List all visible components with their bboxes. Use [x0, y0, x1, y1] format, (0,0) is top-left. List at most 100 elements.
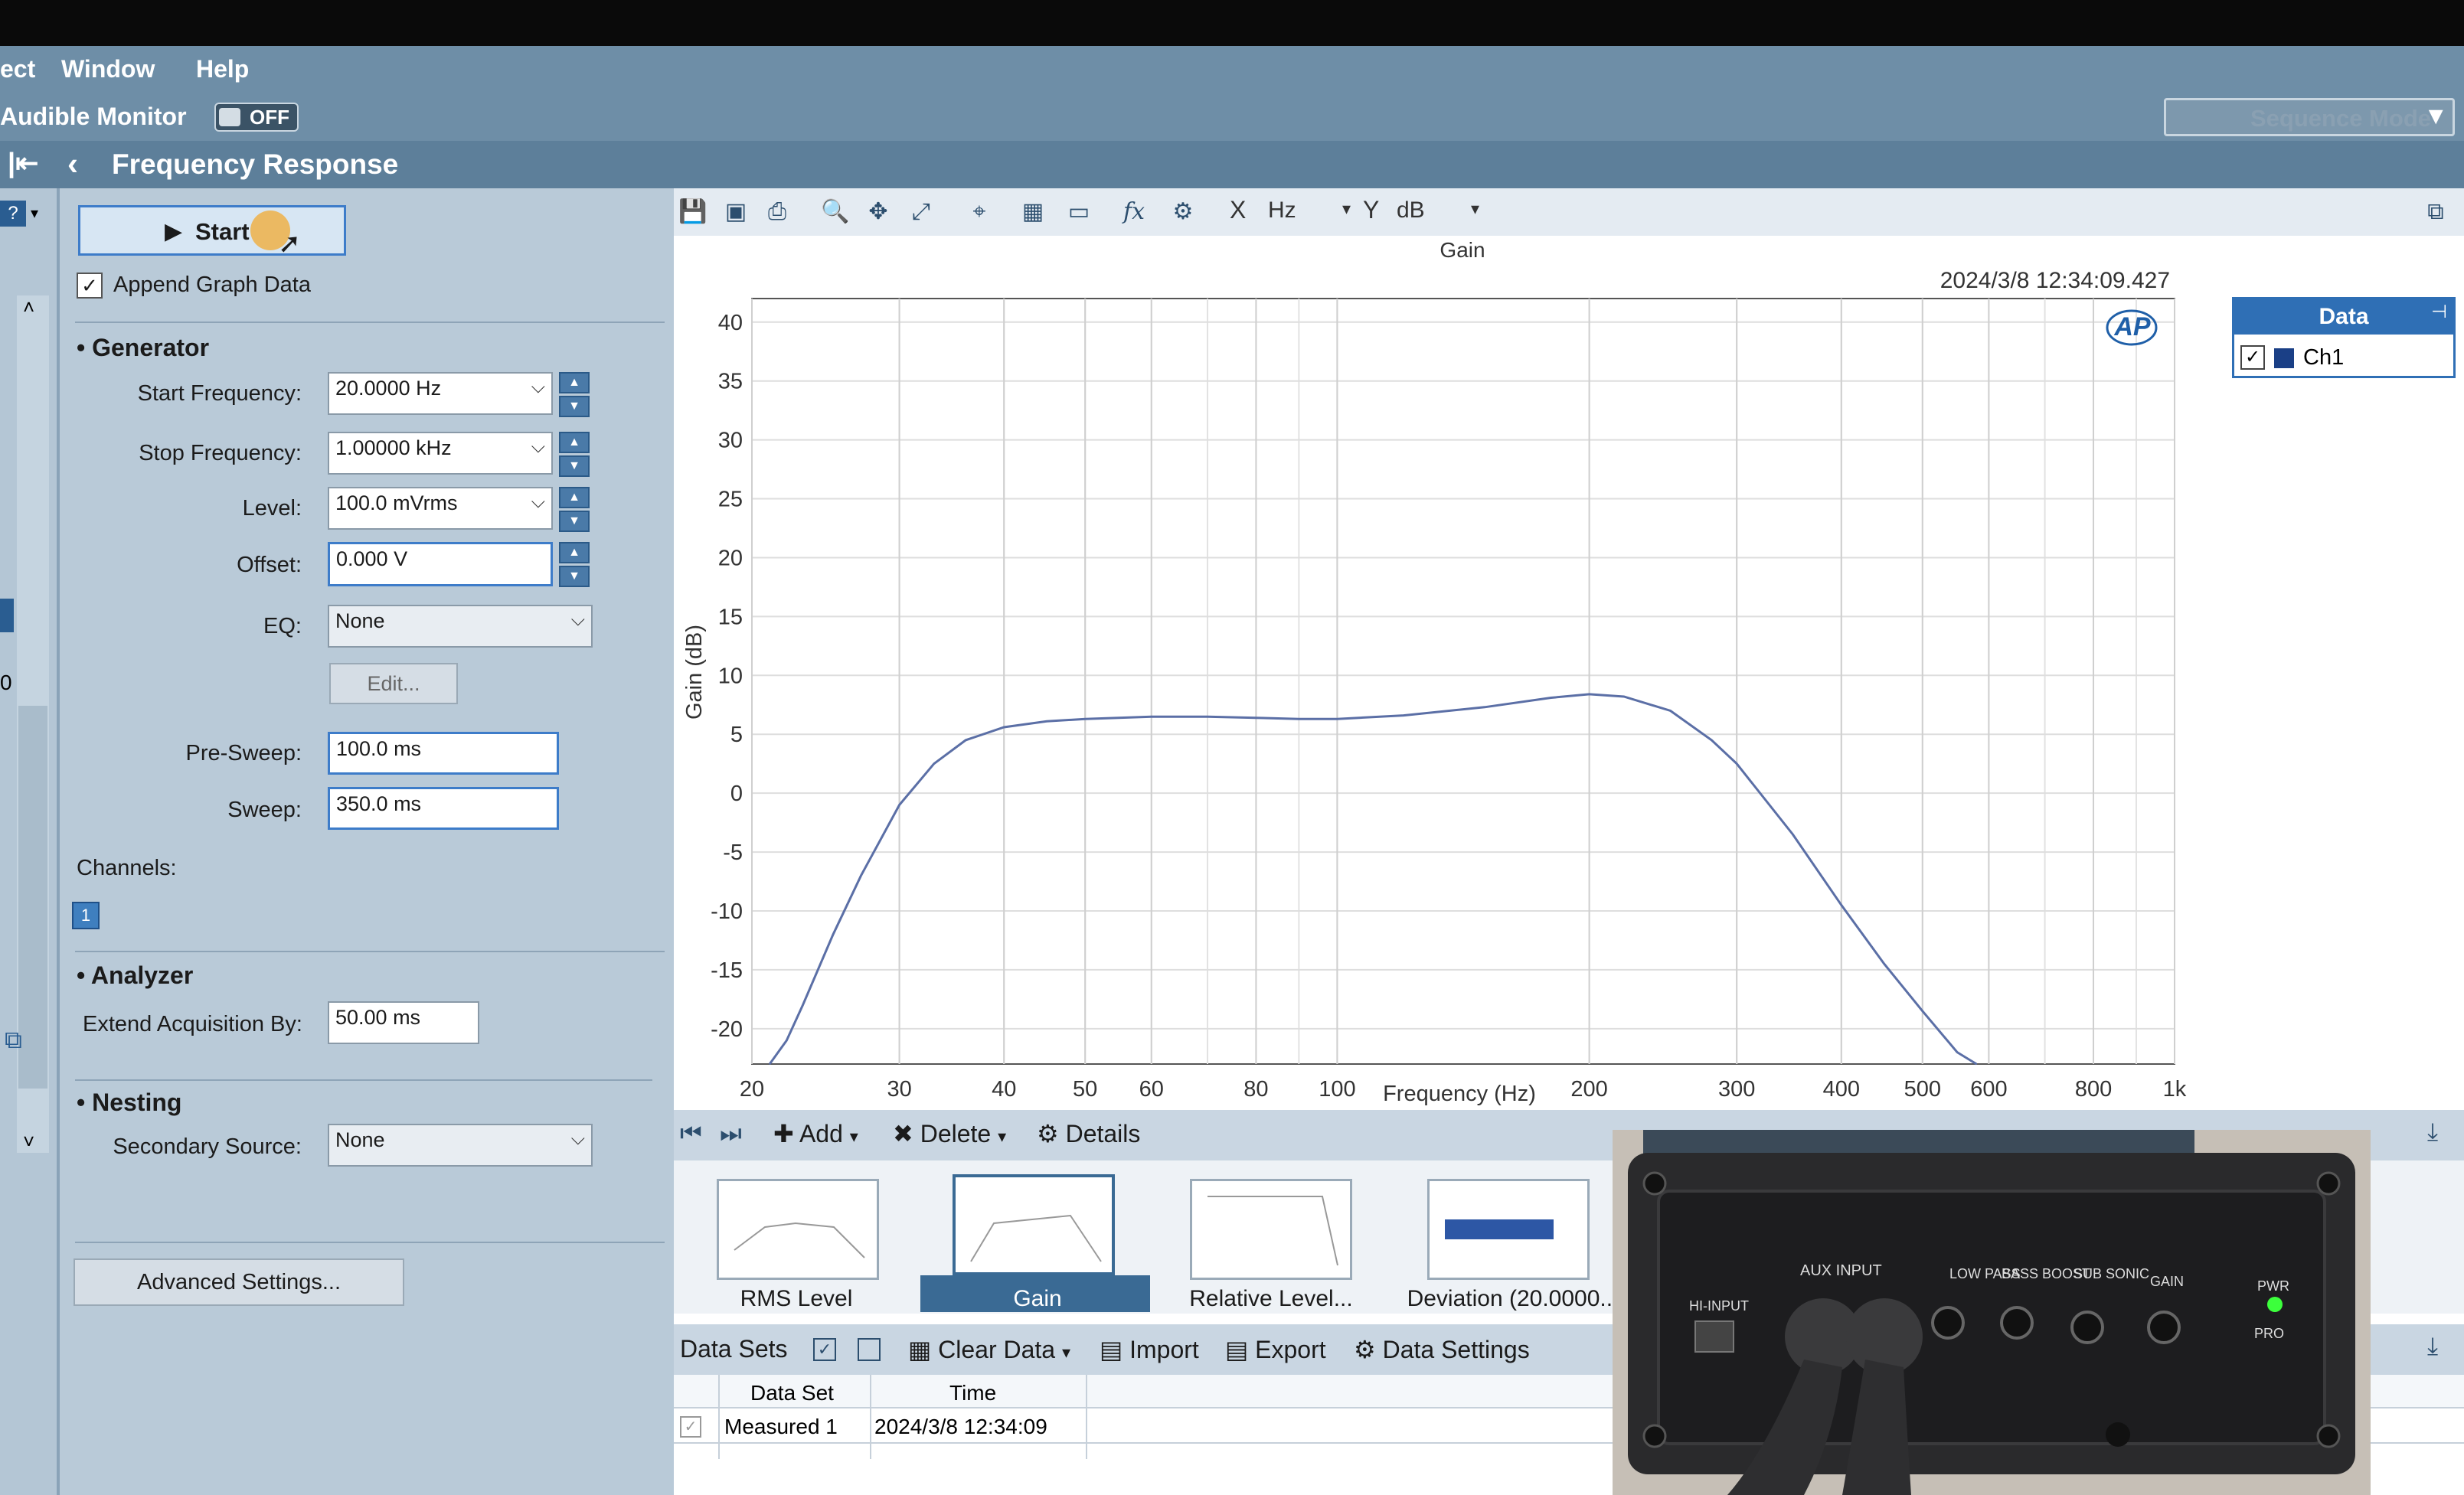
y-tick-label: 25	[718, 488, 743, 512]
data-point	[802, 1004, 804, 1006]
scroll-down-icon[interactable]: ˅	[23, 1130, 34, 1154]
x-tick-label: 400	[1823, 1077, 1860, 1102]
start-frequency-stepper[interactable]: ▲ ▼	[559, 372, 590, 418]
level-field[interactable]: 100.0 mVrms ⌵	[328, 487, 553, 530]
step-up-icon[interactable]: ▲	[559, 487, 590, 508]
offset-stepper[interactable]: ▲ ▼	[559, 542, 590, 588]
delete-button[interactable]: ✖ Delete ▾	[893, 1119, 1006, 1148]
selected-marker	[0, 599, 14, 632]
menu-item-project[interactable]: ect	[0, 55, 35, 83]
step-down-icon[interactable]: ▼	[559, 396, 590, 417]
eq-edit-button[interactable]: Edit...	[329, 663, 458, 704]
legend-ch1-checkbox[interactable]: ✓	[2240, 345, 2265, 370]
details-button[interactable]: ⚙ Details	[1037, 1119, 1140, 1148]
channel-1-toggle[interactable]: 1	[72, 902, 100, 929]
step-up-icon[interactable]: ▲	[559, 432, 590, 453]
step-up-icon[interactable]: ▲	[559, 372, 590, 393]
start-frequency-field[interactable]: 20.0000 Hz ⌵	[328, 372, 553, 415]
popout-icon[interactable]: ⧉	[2420, 196, 2452, 228]
clear-data-button[interactable]: ▦ Clear Data ▾	[908, 1335, 1070, 1364]
thumb-rms-level[interactable]	[717, 1179, 879, 1280]
collapse-panel-icon[interactable]: |⇤	[8, 147, 38, 179]
graph-style-icon[interactable]: ▭	[1063, 196, 1095, 228]
step-down-icon[interactable]: ▼	[559, 511, 590, 532]
x-unit-dropdown[interactable]: Hz ▾	[1263, 194, 1354, 230]
eq-dropdown[interactable]: None ⌵	[328, 605, 593, 648]
help-icon[interactable]: ?	[0, 201, 26, 227]
data-point	[1255, 716, 1257, 719]
offset-label: Offset:	[237, 553, 302, 577]
back-chevron-icon[interactable]: ‹	[67, 145, 78, 182]
check-all-icon[interactable]: ✓	[813, 1338, 836, 1361]
chevron-down-icon[interactable]: ⌵	[531, 436, 545, 458]
advanced-settings-button[interactable]: Advanced Settings...	[74, 1258, 404, 1306]
pan-icon[interactable]: ✥	[862, 196, 894, 228]
last-icon[interactable]: ⏭	[720, 1119, 742, 1148]
mouse-cursor-icon: ➚	[278, 227, 302, 259]
download-icon[interactable]: ⤓	[2427, 1332, 2438, 1361]
print-icon[interactable]: ⎙	[761, 196, 793, 228]
y-tick-label: 40	[718, 311, 743, 335]
analyzer-header[interactable]: • Analyzer	[77, 961, 193, 990]
thumb-gain[interactable]	[953, 1174, 1115, 1275]
uncheck-all-icon[interactable]	[858, 1338, 881, 1361]
add-button[interactable]: ✚ Add ▾	[773, 1119, 858, 1148]
extend-acquisition-label: Extend Acquisition By:	[83, 1012, 302, 1036]
legend: Data ⊣ ✓ Ch1	[2232, 297, 2456, 378]
aux-input-label: AUX INPUT	[1800, 1262, 1882, 1279]
thumb-relative-level[interactable]	[1190, 1179, 1352, 1280]
gear-icon[interactable]: ⚙	[1167, 196, 1199, 228]
download-icon[interactable]: ⤓	[2427, 1118, 2438, 1147]
data-settings-button[interactable]: ⚙ Data Settings	[1354, 1335, 1530, 1364]
thumb-deviation[interactable]	[1427, 1179, 1590, 1280]
step-down-icon[interactable]: ▼	[559, 566, 590, 587]
stop-frequency-stepper[interactable]: ▲ ▼	[559, 432, 590, 478]
delete-label: Delete	[920, 1120, 992, 1147]
chevron-down-icon[interactable]: ▾	[31, 204, 38, 223]
menu-item-window[interactable]: Window	[61, 55, 155, 83]
data-point	[1003, 726, 1005, 728]
chevron-down-icon[interactable]: ⌵	[531, 491, 545, 513]
y-tick-label: 20	[718, 546, 743, 570]
nesting-header[interactable]: • Nesting	[77, 1089, 181, 1117]
step-up-icon[interactable]: ▲	[559, 542, 590, 563]
stop-frequency-field[interactable]: 1.00000 kHz ⌵	[328, 432, 553, 475]
pin-icon[interactable]: ⊣	[2431, 301, 2447, 323]
data-point	[786, 1040, 788, 1042]
chevron-down-icon[interactable]: ⌵	[571, 609, 585, 631]
start-button[interactable]: ▶ Start ➚	[78, 205, 346, 259]
popout-icon[interactable]: ⧉	[5, 1026, 22, 1055]
level-stepper[interactable]: ▲ ▼	[559, 487, 590, 533]
sweep-field[interactable]: 350.0 ms	[328, 787, 559, 830]
function-icon[interactable]: fx	[1118, 196, 1150, 228]
scroll-track[interactable]: ˄ ˅	[17, 295, 49, 1153]
cursor-icon[interactable]: ⌖	[963, 196, 995, 228]
row-checkbox[interactable]: ✓	[680, 1416, 701, 1438]
step-down-icon[interactable]: ▼	[559, 455, 590, 477]
secondary-source-dropdown[interactable]: None ⌵	[328, 1124, 593, 1167]
scroll-thumb[interactable]	[18, 706, 47, 1089]
table-icon[interactable]: ▦	[1017, 196, 1049, 228]
fit-icon[interactable]: ⤢	[905, 196, 937, 228]
sequence-mode-dropdown[interactable]: Sequence Mode ▼	[2164, 98, 2455, 136]
first-icon[interactable]: ⏮	[680, 1119, 702, 1148]
zoom-icon[interactable]: 🔍	[819, 196, 851, 228]
scroll-up-icon[interactable]: ˄	[23, 295, 34, 319]
chevron-down-icon: ▾	[1061, 1343, 1071, 1362]
menu-item-help[interactable]: Help	[196, 55, 249, 83]
presweep-field[interactable]: 100.0 ms	[328, 732, 559, 775]
stop-frequency-value: 1.00000 kHz	[335, 436, 452, 459]
offset-field[interactable]: 0.000 V	[328, 542, 553, 586]
extend-acquisition-field[interactable]: 50.00 ms	[328, 1001, 479, 1044]
y-unit-dropdown[interactable]: dB ▾	[1392, 194, 1482, 230]
export-button[interactable]: ▤ Export	[1225, 1335, 1326, 1364]
save-icon[interactable]: 💾	[677, 196, 709, 228]
audible-monitor-toggle[interactable]: OFF	[214, 103, 299, 132]
generator-header[interactable]: • Generator	[77, 334, 209, 362]
ap-logo: AP	[2113, 312, 2151, 341]
append-graph-checkbox[interactable]: ✓	[77, 273, 103, 299]
save-as-icon[interactable]: ▣	[720, 196, 752, 228]
chevron-down-icon[interactable]: ⌵	[571, 1128, 585, 1150]
chevron-down-icon[interactable]: ⌵	[531, 377, 545, 398]
import-button[interactable]: ▤ Import	[1100, 1335, 1199, 1364]
